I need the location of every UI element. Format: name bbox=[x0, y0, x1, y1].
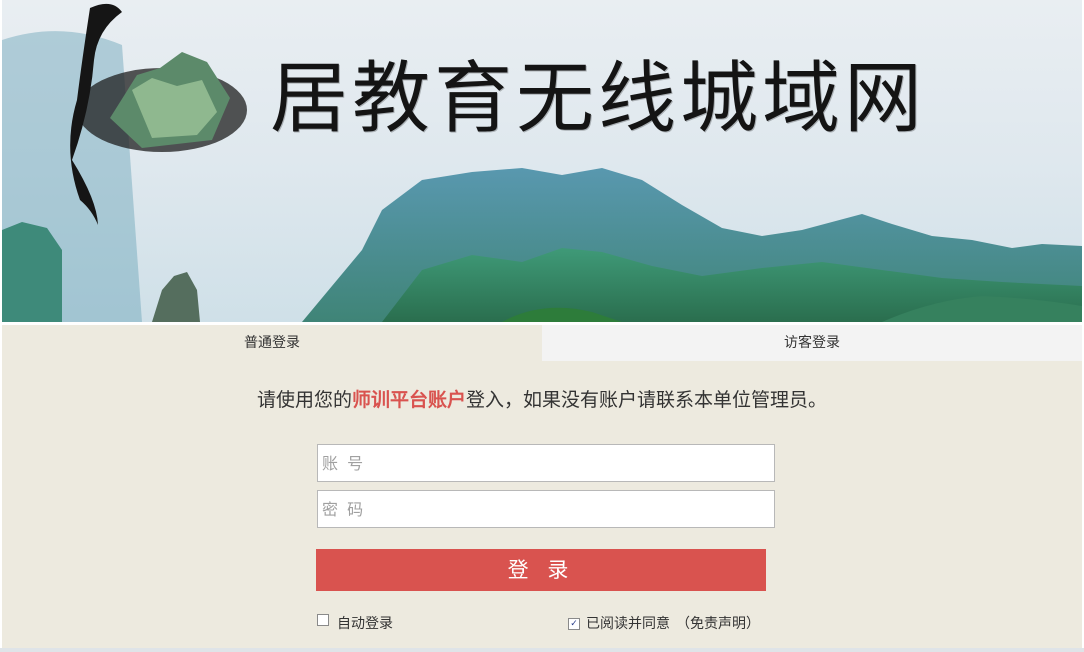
header-banner: 居教育无线城域网 bbox=[2, 0, 1082, 322]
auto-login-label: 自动登录 bbox=[337, 616, 393, 632]
auto-login-checkbox[interactable] bbox=[317, 614, 329, 626]
auto-login-option: 自动登录 bbox=[317, 613, 393, 633]
notice-prefix: 请使用您的 bbox=[256, 389, 352, 411]
account-input[interactable] bbox=[317, 444, 775, 482]
notice-highlight: 师训平台账户 bbox=[351, 389, 466, 411]
landscape-banner-image bbox=[2, 0, 1082, 322]
tab-guest-login[interactable]: 访客登录 bbox=[542, 325, 1082, 361]
login-panel: 普通登录 访客登录 请使用您的师训平台账户登入，如果没有账户请联系本单位管理员。… bbox=[2, 325, 1082, 652]
password-input[interactable] bbox=[317, 490, 775, 528]
login-tabs: 普通登录 访客登录 bbox=[2, 325, 1082, 361]
agree-label: 已阅读并同意 bbox=[586, 616, 670, 632]
agree-option: ✓ 已阅读并同意 （免责声明） bbox=[568, 613, 760, 633]
login-notice: 请使用您的师训平台账户登入，如果没有账户请联系本单位管理员。 bbox=[2, 385, 1082, 412]
tab-normal-login[interactable]: 普通登录 bbox=[2, 325, 542, 361]
bottom-strip bbox=[0, 648, 1084, 652]
notice-suffix: 登入，如果没有账户请联系本单位管理员。 bbox=[466, 389, 828, 411]
banner-title: 居教育无线城域网 bbox=[270, 54, 927, 144]
disclaimer-link[interactable]: （免责声明） bbox=[676, 616, 760, 632]
login-button[interactable]: 登 录 bbox=[316, 549, 766, 591]
agree-checkbox[interactable]: ✓ bbox=[568, 618, 580, 630]
